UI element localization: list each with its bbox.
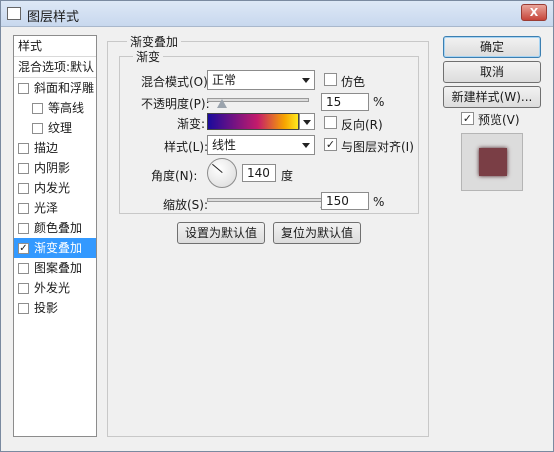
- style-item[interactable]: 内发光: [14, 178, 96, 198]
- style-item[interactable]: ✓ 渐变叠加: [14, 238, 96, 258]
- style-item-label: 颜色叠加: [34, 221, 83, 235]
- close-button[interactable]: X: [521, 4, 547, 21]
- style-item[interactable]: 斜面和浮雕: [14, 78, 96, 98]
- style-item-checkbox[interactable]: ✓: [18, 243, 29, 254]
- chevron-down-icon: [302, 143, 310, 148]
- reset-default-button[interactable]: 复位为默认值: [273, 222, 361, 244]
- app-icon: [7, 7, 21, 20]
- gradient-style-value: 线性: [212, 138, 237, 152]
- cancel-button[interactable]: 取消: [443, 61, 541, 83]
- scale-label: 缩放(S):: [163, 198, 209, 212]
- chevron-down-icon: [302, 78, 310, 83]
- style-item[interactable]: 光泽: [14, 198, 96, 218]
- angle-input[interactable]: 140: [242, 164, 276, 182]
- gradient-style-select[interactable]: 线性: [207, 135, 315, 155]
- style-item-checkbox[interactable]: [18, 203, 29, 214]
- style-item-checkbox[interactable]: [32, 103, 43, 114]
- blend-mode-label: 混合模式(O):: [141, 75, 212, 89]
- style-item-label: 等高线: [48, 101, 85, 115]
- ok-button[interactable]: 确定: [443, 36, 541, 58]
- style-item[interactable]: 颜色叠加: [14, 218, 96, 238]
- style-item[interactable]: 等高线: [14, 98, 96, 118]
- style-item-checkbox[interactable]: [18, 163, 29, 174]
- style-list: 样式 混合选项:默认 斜面和浮雕等高线纹理描边内阴影内发光光泽颜色叠加 ✓ 渐变叠加…: [13, 35, 97, 437]
- blend-mode-select[interactable]: 正常: [207, 70, 315, 90]
- opacity-label: 不透明度(P):: [141, 97, 210, 111]
- style-item-checkbox[interactable]: [18, 263, 29, 274]
- group-title: 渐变: [133, 48, 164, 65]
- style-item-checkbox[interactable]: [18, 83, 29, 94]
- style-item-label: 内阴影: [34, 161, 71, 175]
- reverse-label: 反向(R): [341, 118, 383, 132]
- style-item-label: 描边: [34, 141, 59, 155]
- style-item-checkbox[interactable]: [18, 303, 29, 314]
- title-bar[interactable]: 图层样式 X: [1, 1, 553, 27]
- layer-style-dialog: 图层样式 X 样式 混合选项:默认 斜面和浮雕等高线纹理描边内阴影内发光光泽颜色…: [0, 0, 554, 452]
- style-preview: [461, 133, 523, 191]
- style-item-label: 内发光: [34, 181, 71, 195]
- blend-mode-value: 正常: [212, 73, 237, 87]
- style-label: 样式(L):: [164, 140, 209, 154]
- gradient-swatch[interactable]: [207, 113, 299, 130]
- opacity-slider-thumb[interactable]: [217, 99, 227, 108]
- angle-label: 角度(N):: [151, 169, 198, 183]
- blend-options-item[interactable]: 混合选项:默认: [14, 57, 96, 77]
- angle-needle: [212, 163, 223, 173]
- align-with-layer-label: 与图层对齐(I): [341, 140, 414, 154]
- new-style-button[interactable]: 新建样式(W)...: [443, 86, 541, 108]
- style-item[interactable]: 纹理: [14, 118, 96, 138]
- style-item[interactable]: 描边: [14, 138, 96, 158]
- style-item-checkbox[interactable]: [32, 123, 43, 134]
- style-item-label: 外发光: [34, 281, 71, 295]
- style-item-checkbox[interactable]: [18, 223, 29, 234]
- style-item-label: 渐变叠加: [34, 241, 83, 255]
- style-list-header[interactable]: 样式: [14, 36, 96, 56]
- style-item[interactable]: 内阴影: [14, 158, 96, 178]
- style-item-label: 图案叠加: [34, 261, 83, 275]
- gradient-picker-dropdown[interactable]: [299, 113, 315, 130]
- preview-label: 预览(V): [478, 113, 520, 127]
- style-item-checkbox[interactable]: [18, 283, 29, 294]
- style-item-checkbox[interactable]: [18, 143, 29, 154]
- align-with-layer-checkbox[interactable]: ✓: [324, 138, 337, 151]
- opacity-input[interactable]: 15: [321, 93, 369, 111]
- scale-input[interactable]: 150: [321, 192, 369, 210]
- style-item-label: 投影: [34, 301, 59, 315]
- style-item[interactable]: 投影: [14, 298, 96, 318]
- set-default-button[interactable]: 设置为默认值: [177, 222, 265, 244]
- preview-swatch: [479, 148, 507, 176]
- angle-dial[interactable]: [207, 158, 237, 188]
- dither-label: 仿色: [341, 75, 366, 89]
- reverse-checkbox[interactable]: [324, 116, 337, 129]
- opacity-unit: %: [373, 95, 385, 109]
- style-item[interactable]: 图案叠加: [14, 258, 96, 278]
- angle-unit: 度: [281, 169, 294, 183]
- style-item-label: 斜面和浮雕: [34, 81, 95, 95]
- gradient-label: 渐变:: [177, 117, 206, 131]
- style-item-label: 光泽: [34, 201, 59, 215]
- style-item-checkbox[interactable]: [18, 183, 29, 194]
- style-item-label: 纹理: [48, 121, 73, 135]
- scale-slider-track[interactable]: [207, 198, 325, 202]
- chevron-down-icon: [303, 120, 311, 125]
- scale-unit: %: [373, 195, 385, 209]
- style-item[interactable]: 外发光: [14, 278, 96, 298]
- dither-checkbox[interactable]: [324, 73, 337, 86]
- preview-checkbox[interactable]: ✓: [461, 112, 474, 125]
- window-title: 图层样式: [27, 10, 80, 25]
